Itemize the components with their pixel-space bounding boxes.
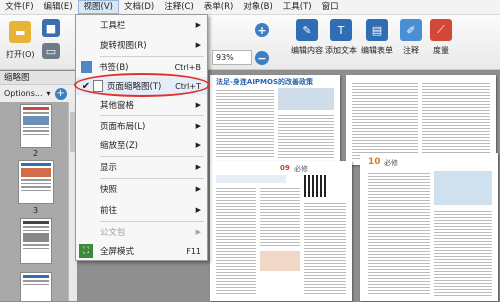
save-button[interactable]: ■: [42, 19, 60, 37]
page-number: 09: [280, 164, 290, 172]
qr-code-icon: [304, 175, 326, 197]
menu-edit[interactable]: 编辑(E): [39, 0, 78, 14]
menu-file[interactable]: 文件(F): [0, 0, 39, 14]
page-thumbnail[interactable]: [20, 272, 52, 302]
zoom-in-thumbnails-icon[interactable]: +: [54, 87, 67, 100]
page-thumbnail[interactable]: [20, 104, 52, 148]
page-thumbnail[interactable]: [20, 218, 52, 264]
page-section: 必修: [384, 159, 398, 167]
menu-item-other-panes[interactable]: 其他窗格 ▶: [76, 96, 207, 114]
annotate-button[interactable]: ✐ 注释: [400, 19, 422, 56]
thumbnail-panel: 缩略图 Options... ▾ + 2 3: [0, 71, 77, 302]
menu-item-zoom-to[interactable]: 缩放至(Z) ▶: [76, 136, 207, 154]
menu-tools[interactable]: 工具(T): [278, 0, 317, 14]
save-icon: ■: [42, 19, 60, 37]
ruler-icon: ⟋: [430, 19, 452, 41]
edit-content-label: 编辑内容: [291, 46, 323, 55]
menu-bar: 文件(F) 编辑(E) 视图(V) 文档(D) 注释(C) 表单(R) 对象(B…: [0, 0, 500, 15]
view-menu: 工具栏 ▶ 旋转视图(R) ▶ 书签(B) Ctrl+B ✔ 页面缩略图(T) Ctrl…: [75, 14, 208, 261]
menu-item-portfolio: 公文包 ▶: [100, 228, 201, 238]
submenu-arrow-icon: ▶: [195, 21, 201, 29]
highlight-oval: [74, 73, 210, 97]
menu-item-snapshot[interactable]: 快照 ▶: [76, 180, 207, 198]
print-button[interactable]: ▭: [42, 43, 60, 59]
zoom-in-icon[interactable]: +: [255, 23, 269, 37]
open-label: 打开(O): [6, 50, 35, 59]
menu-item-go-to[interactable]: 前往 ▶: [76, 201, 207, 219]
submenu-arrow-icon: ▶: [195, 206, 201, 214]
submenu-arrow-icon: ▶: [195, 141, 201, 149]
options-dropdown[interactable]: Options...: [4, 89, 43, 98]
annotate-label: 注释: [403, 46, 419, 55]
menu-form[interactable]: 表单(R): [199, 0, 239, 14]
document-page: 10 必修: [360, 153, 498, 301]
page-number-label: 2: [33, 149, 39, 158]
submenu-arrow-icon: ▶: [195, 122, 201, 130]
menu-item-rotate-view[interactable]: 旋转视图(R) ▶: [76, 36, 207, 54]
thumbnail-list: 2 3: [0, 102, 68, 302]
folder-icon: ▬: [9, 21, 32, 43]
menu-item-full-screen[interactable]: ⛶ 全屏模式 F11: [76, 242, 207, 260]
zoom-input[interactable]: 93%: [212, 50, 252, 65]
page-header: 法足-身连AIPMOS的改善政策: [216, 78, 314, 86]
document-page: 09 必修: [210, 161, 352, 301]
page-number-label: 3: [33, 206, 39, 215]
menu-item-toolbars[interactable]: 工具栏 ▶: [76, 16, 207, 34]
menu-item-display[interactable]: 显示 ▶: [76, 158, 207, 176]
page-thumbnail[interactable]: [18, 160, 54, 204]
zoom-out-icon[interactable]: −: [255, 51, 269, 65]
measure-button[interactable]: ⟋ 度量: [430, 19, 452, 56]
edit-form-icon: ▤: [366, 19, 388, 41]
panel-title: 缩略图: [0, 71, 76, 85]
open-button[interactable]: ▬ 打开(O): [6, 21, 35, 60]
submenu-arrow-icon: ▶: [195, 163, 201, 171]
page-number: 10: [368, 157, 381, 167]
edit-form-button[interactable]: ▤ 编辑表单: [361, 19, 393, 56]
menu-comment[interactable]: 注释(C): [159, 0, 199, 14]
page-section: 必修: [294, 165, 308, 173]
submenu-arrow-icon: ▶: [195, 228, 201, 236]
options-row: Options... ▾ +: [0, 85, 76, 102]
document-page: [346, 75, 496, 165]
menu-document[interactable]: 文档(D): [119, 0, 159, 14]
add-text-button[interactable]: T 添加文本: [325, 19, 357, 56]
menu-item-page-layout[interactable]: 页面布局(L) ▶: [76, 117, 207, 135]
edit-content-button[interactable]: ✎ 编辑内容: [291, 19, 323, 56]
measure-label: 度量: [433, 46, 449, 55]
add-text-icon: T: [330, 19, 352, 41]
menu-view[interactable]: 视图(V): [77, 0, 119, 14]
menu-object[interactable]: 对象(B): [238, 0, 277, 14]
edit-form-label: 编辑表单: [361, 46, 393, 55]
document-page: 法足-身连AIPMOS的改善政策: [210, 75, 340, 165]
annotate-icon: ✐: [400, 19, 422, 41]
edit-content-icon: ✎: [296, 19, 318, 41]
bookmark-icon: [81, 61, 92, 73]
full-screen-icon: ⛶: [79, 244, 93, 258]
submenu-arrow-icon: ▶: [195, 41, 201, 49]
submenu-arrow-icon: ▶: [195, 185, 201, 193]
add-text-label: 添加文本: [325, 46, 357, 55]
options-dropdown-arrow-icon[interactable]: ▾: [47, 89, 51, 98]
printer-icon: ▭: [42, 43, 60, 59]
menu-window[interactable]: 窗口: [317, 0, 344, 14]
submenu-arrow-icon: ▶: [195, 101, 201, 109]
